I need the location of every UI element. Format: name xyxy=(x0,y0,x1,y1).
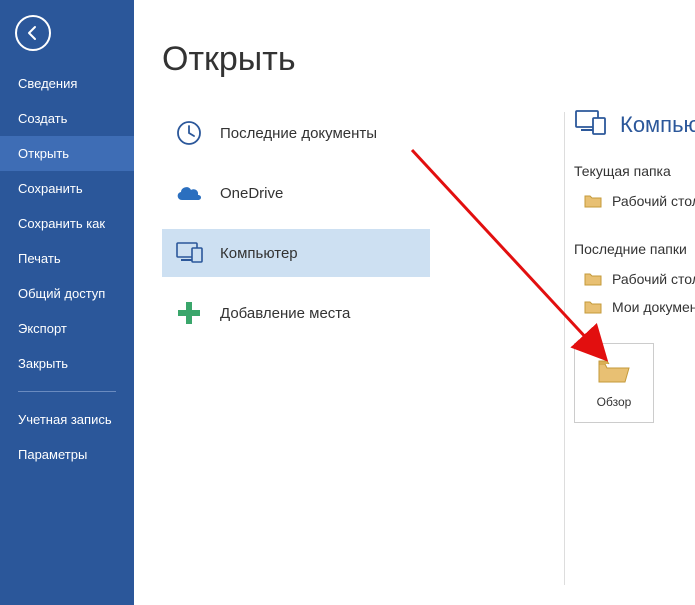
nav-export[interactable]: Экспорт xyxy=(0,311,134,346)
pane-header: Компьютер xyxy=(574,108,695,141)
plus-icon xyxy=(174,298,204,328)
source-onedrive[interactable]: OneDrive xyxy=(162,169,430,217)
folder-icon xyxy=(584,300,602,314)
clock-icon xyxy=(174,118,204,148)
nav-options[interactable]: Параметры xyxy=(0,437,134,472)
current-folder-title: Текущая папка xyxy=(574,163,695,179)
vertical-divider xyxy=(564,112,565,585)
page-title: Открыть xyxy=(162,40,695,79)
nav-open[interactable]: Открыть xyxy=(0,136,134,171)
browse-label: Обзор xyxy=(597,395,632,409)
back-button[interactable] xyxy=(15,15,51,51)
source-recent[interactable]: Последние документы xyxy=(162,109,430,157)
nav-new[interactable]: Создать xyxy=(0,101,134,136)
folder-icon xyxy=(584,272,602,286)
folder-recent-1[interactable]: Мои документы xyxy=(574,293,695,321)
nav-account[interactable]: Учетная запись xyxy=(0,402,134,437)
source-onedrive-label: OneDrive xyxy=(220,185,283,202)
source-add-place[interactable]: Добавление места xyxy=(162,289,430,337)
main-area: Открыть Последние документы OneDrive xyxy=(134,0,695,605)
folder-label: Рабочий стол xyxy=(612,271,695,287)
nav-share[interactable]: Общий доступ xyxy=(0,276,134,311)
location-pane: Компьютер Текущая папка Рабочий стол Пос… xyxy=(574,108,695,423)
folder-current-0[interactable]: Рабочий стол xyxy=(574,187,695,215)
folder-open-icon xyxy=(597,358,631,387)
folder-label: Рабочий стол xyxy=(612,193,695,209)
source-add-place-label: Добавление места xyxy=(220,305,350,322)
backstage-sidebar: Сведения Создать Открыть Сохранить Сохра… xyxy=(0,0,134,605)
folder-icon xyxy=(584,194,602,208)
nav-save[interactable]: Сохранить xyxy=(0,171,134,206)
source-computer[interactable]: Компьютер xyxy=(162,229,430,277)
nav-close[interactable]: Закрыть xyxy=(0,346,134,381)
folder-label: Мои документы xyxy=(612,299,695,315)
browse-button[interactable]: Обзор xyxy=(574,343,654,423)
computer-icon xyxy=(174,238,204,268)
source-recent-label: Последние документы xyxy=(220,125,377,142)
pane-header-label: Компьютер xyxy=(620,112,695,138)
arrow-left-icon xyxy=(24,24,42,42)
source-list: Последние документы OneDrive Компьютер xyxy=(162,109,430,337)
nav-info[interactable]: Сведения xyxy=(0,66,134,101)
source-computer-label: Компьютер xyxy=(220,245,298,262)
nav-save-as[interactable]: Сохранить как xyxy=(0,206,134,241)
recent-folders-title: Последние папки xyxy=(574,241,695,257)
computer-icon xyxy=(574,108,608,141)
folder-recent-0[interactable]: Рабочий стол xyxy=(574,265,695,293)
nav-divider xyxy=(18,391,116,392)
cloud-icon xyxy=(174,178,204,208)
nav-print[interactable]: Печать xyxy=(0,241,134,276)
